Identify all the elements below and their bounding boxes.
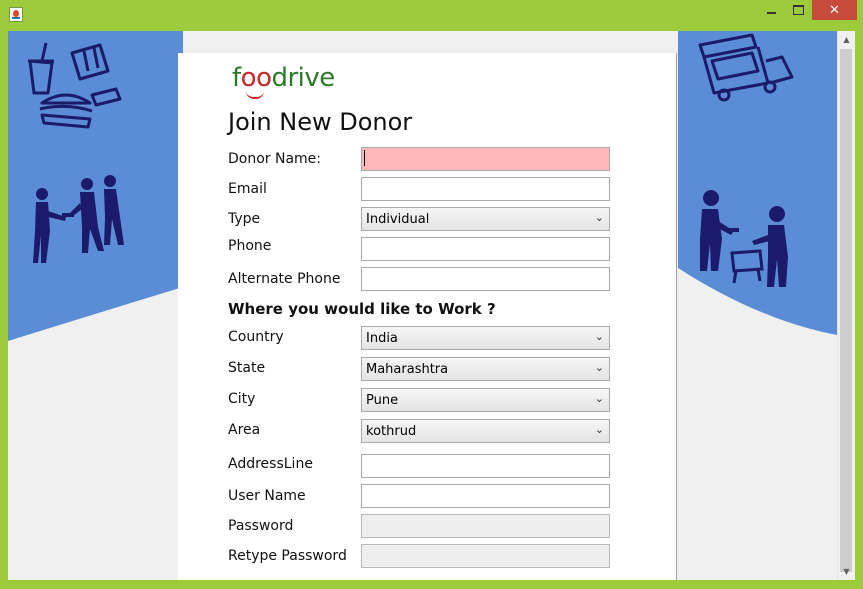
phone-label: Phone xyxy=(228,238,272,254)
address-line-field[interactable] xyxy=(361,454,610,478)
area-dropdown[interactable]: kothrud ⌄ xyxy=(361,419,610,443)
city-dropdown[interactable]: Pune ⌄ xyxy=(361,388,610,412)
retype-password-label: Retype Password xyxy=(228,548,347,564)
maximize-button[interactable] xyxy=(785,0,812,20)
state-dropdown[interactable]: Maharashtra ⌄ xyxy=(361,357,610,381)
city-label: City xyxy=(228,391,256,407)
chevron-down-icon: ⌄ xyxy=(594,423,604,436)
country-dropdown[interactable]: India ⌄ xyxy=(361,326,610,350)
chevron-down-icon: ⌄ xyxy=(594,330,604,343)
donor-form-panel: foodrive Join New Donor Donor Name: Emai… xyxy=(178,53,677,580)
window-content: foodrive Join New Donor Donor Name: Emai… xyxy=(8,31,855,580)
state-label: State xyxy=(228,360,266,376)
country-label: Country xyxy=(228,329,284,345)
user-name-field[interactable] xyxy=(361,484,610,508)
chevron-down-icon: ⌄ xyxy=(594,361,604,374)
alternate-phone-label: Alternate Phone xyxy=(228,271,341,287)
vertical-scrollbar[interactable]: ▲ ▼ xyxy=(837,31,855,580)
type-label: Type xyxy=(228,211,261,227)
text-caret xyxy=(364,150,365,166)
state-value: Maharashtra xyxy=(366,362,449,377)
user-name-label: User Name xyxy=(228,488,306,504)
logo-smile xyxy=(246,91,264,99)
chevron-down-icon: ⌄ xyxy=(594,211,604,224)
scroll-up-arrow-icon[interactable]: ▲ xyxy=(838,31,855,48)
password-label: Password xyxy=(228,518,294,534)
area-value: kothrud xyxy=(366,424,417,439)
minimize-button[interactable] xyxy=(758,0,785,20)
donor-name-field[interactable] xyxy=(361,147,610,171)
close-button[interactable]: ✕ xyxy=(812,0,857,20)
type-value: Individual xyxy=(366,212,430,227)
retype-password-field[interactable] xyxy=(361,544,610,568)
foodrive-logo: foodrive xyxy=(232,63,335,93)
address-line-label: AddressLine xyxy=(228,456,313,472)
type-dropdown[interactable]: Individual ⌄ xyxy=(361,207,610,231)
city-value: Pune xyxy=(366,393,399,408)
chevron-down-icon: ⌄ xyxy=(594,392,604,405)
phone-field[interactable] xyxy=(361,237,610,261)
area-label: Area xyxy=(228,422,261,438)
alternate-phone-field[interactable] xyxy=(361,267,610,291)
email-label: Email xyxy=(228,181,267,197)
close-icon: ✕ xyxy=(829,2,840,18)
scrollbar-thumb[interactable] xyxy=(840,49,852,572)
country-value: India xyxy=(366,331,398,346)
donor-name-label: Donor Name: xyxy=(228,151,322,167)
minimize-icon xyxy=(767,12,776,14)
maximize-icon xyxy=(793,5,804,15)
blue-wave-left xyxy=(8,31,183,341)
work-location-heading: Where you would like to Work ? xyxy=(228,300,496,318)
scroll-down-arrow-icon[interactable]: ▼ xyxy=(838,563,855,580)
title-bar: ✕ xyxy=(0,0,863,31)
password-field[interactable] xyxy=(361,514,610,538)
page-title: Join New Donor xyxy=(228,108,413,136)
email-field[interactable] xyxy=(361,177,610,201)
java-cup-icon[interactable] xyxy=(9,7,23,22)
